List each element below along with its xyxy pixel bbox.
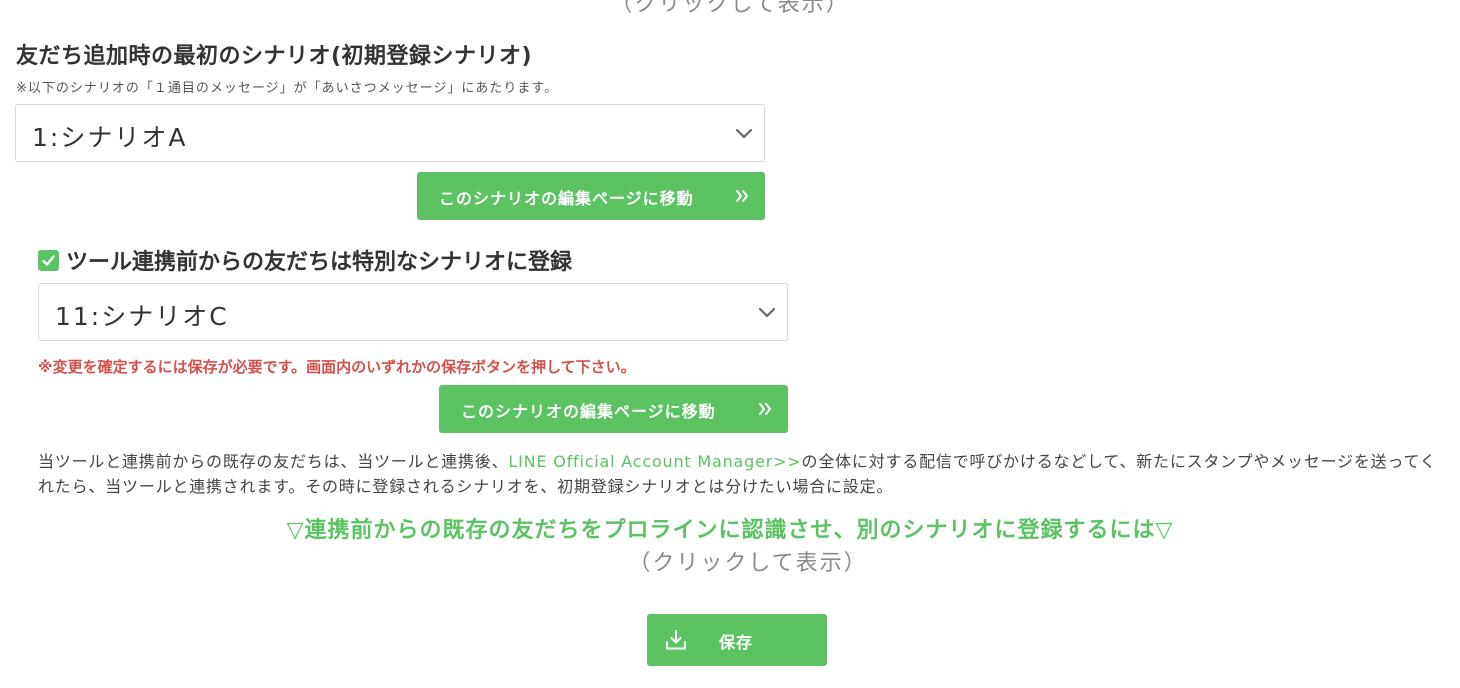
special-scenario-checkbox-label[interactable]: ツール連携前からの友だちは特別なシナリオに登録 <box>66 244 572 276</box>
special-scenario-checkbox[interactable] <box>38 250 59 271</box>
chevron-down-icon <box>758 307 776 318</box>
edit-special-scenario-button-label: このシナリオの編集ページに移動 <box>461 402 716 421</box>
special-scenario-select[interactable]: 11:シナリオC <box>38 283 788 341</box>
initial-scenario-note: ※以下のシナリオの「１通目のメッセージ」が「あいさつメッセージ」にあたります。 <box>16 81 559 96</box>
existing-friends-toggle-title[interactable]: ▽連携前からの既存の友だちをプロラインに認識させ、別のシナリオに登録するには▽ <box>0 512 1460 544</box>
description-text: 当ツールと連携前からの既存の友だちは、当ツールと連携後、LINE Officia… <box>38 449 1448 499</box>
save-button-label: 保存 <box>719 633 754 652</box>
special-scenario-selected-value: 11:シナリオC <box>55 302 229 331</box>
line-official-account-manager-link[interactable]: LINE Official Account Manager>> <box>508 452 801 471</box>
initial-scenario-select[interactable]: 1:シナリオA <box>15 104 765 162</box>
chevron-down-icon <box>735 128 753 139</box>
download-icon <box>666 630 686 650</box>
initial-scenario-title: 友だち追加時の最初のシナリオ(初期登録シナリオ) <box>16 44 533 69</box>
edit-initial-scenario-button[interactable]: このシナリオの編集ページに移動 <box>417 172 765 220</box>
save-required-warning: ※変更を確定するには保存が必要です。画面内のいずれかの保存ボタンを押して下さい。 <box>38 358 636 376</box>
double-chevron-right-icon <box>736 190 748 202</box>
edit-initial-scenario-button-label: このシナリオの編集ページに移動 <box>439 189 694 208</box>
description-before-link: 当ツールと連携前からの既存の友だちは、当ツールと連携後、 <box>38 452 509 471</box>
edit-special-scenario-button[interactable]: このシナリオの編集ページに移動 <box>439 385 788 433</box>
double-chevron-right-icon <box>759 403 771 415</box>
collapsed-section-hint[interactable]: （クリックして表示） <box>0 0 1460 18</box>
check-icon <box>42 255 55 266</box>
initial-scenario-selected-value: 1:シナリオA <box>32 123 188 152</box>
save-button[interactable]: 保存 <box>647 614 827 666</box>
existing-friends-toggle-hint[interactable]: （クリックして表示） <box>0 545 1460 577</box>
